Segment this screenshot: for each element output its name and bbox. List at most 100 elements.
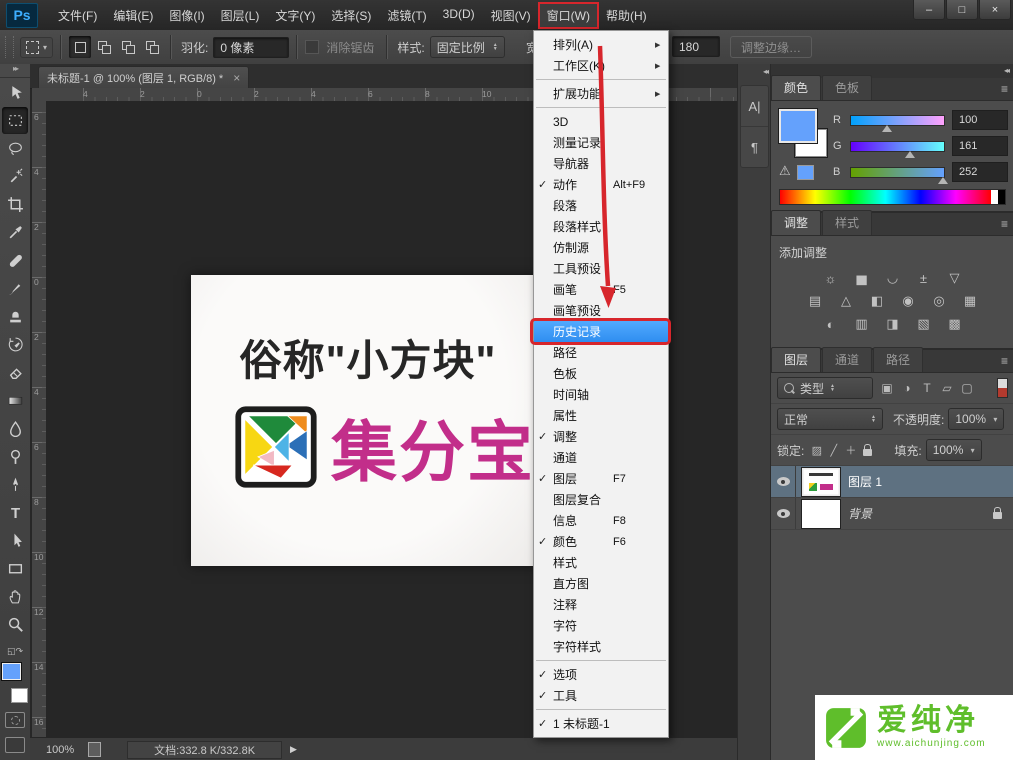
visibility-toggle[interactable] [771,498,796,529]
crop-tool[interactable] [2,191,28,218]
color-slider-track[interactable] [850,141,945,152]
gradient-tool[interactable] [2,387,28,414]
menu-item-字符样式[interactable]: 字符样式 [534,636,668,657]
marquee-tool[interactable] [2,107,28,134]
menu-item-调整[interactable]: ✓调整 [534,426,668,447]
minimize-button[interactable]: – [913,0,945,20]
options-bar-grip[interactable] [5,36,14,58]
brush-tool[interactable] [2,275,28,302]
menu-item-时间轴[interactable]: 时间轴 [534,384,668,405]
layer-thumbnail[interactable] [802,468,840,496]
magic-wand-tool[interactable] [2,163,28,190]
healing-brush-tool[interactable] [2,247,28,274]
panel-menu-icon[interactable]: ≡ [1001,354,1008,368]
menubar-item-图层(L)[interactable]: 图层(L) [213,3,268,28]
visibility-toggle[interactable] [771,466,796,497]
menubar-item-窗口(W)[interactable]: 窗口(W) [539,3,598,28]
filter-switch[interactable] [997,378,1008,398]
menu-item-工具[interactable]: ✓工具 [534,685,668,706]
brightness-contrast-icon[interactable]: ☼ [819,268,843,288]
lasso-tool[interactable] [2,135,28,162]
maximize-button[interactable]: □ [946,0,978,20]
menu-item-直方图[interactable]: 直方图 [534,573,668,594]
channel-value-B[interactable]: 252 [952,162,1008,182]
refine-edge-button[interactable]: 调整边缘… [730,36,812,58]
layer-row-图层 1[interactable]: 图层 1 [771,466,1013,498]
panel-menu-icon[interactable]: ≡ [1001,82,1008,96]
move-tool[interactable] [2,79,28,106]
zoom-level[interactable]: 100% [46,744,74,756]
layer-thumbnail[interactable] [802,500,840,528]
screen-mode-button[interactable] [5,737,25,753]
menu-item-色板[interactable]: 色板 [534,363,668,384]
menubar-item-文字(Y)[interactable]: 文字(Y) [267,3,323,28]
status-expand-icon[interactable]: ▶ [290,744,297,755]
feather-input[interactable]: 0 像素 [213,37,289,58]
panel-menu-icon[interactable]: ≡ [1001,217,1008,231]
color-lookup-icon[interactable]: ▦ [958,291,982,311]
fill-select[interactable]: 100% ▾ [926,439,982,461]
menu-item-排列(A)[interactable]: 排列(A)▶ [534,34,668,55]
add-to-selection-button[interactable] [93,36,115,58]
menu-item-历史记录[interactable]: 历史记录 [534,321,668,342]
new-selection-button[interactable] [69,36,91,58]
filter-smart-objects-icon[interactable]: ▢ [957,379,977,397]
filter-type-layers-icon[interactable]: T [917,379,937,397]
hue-saturation-icon[interactable]: ▤ [803,291,827,311]
filter-pixel-layers-icon[interactable]: ▣ [877,379,897,397]
menubar-item-3D(D)[interactable]: 3D(D) [435,3,483,28]
slider-thumb[interactable] [905,151,915,158]
color-balance-icon[interactable]: △ [834,291,858,311]
menu-item-3D[interactable]: 3D [534,111,668,132]
intersect-with-selection-button[interactable] [141,36,163,58]
invert-icon[interactable]: ◐ [819,314,843,334]
levels-icon[interactable]: ▅ [850,268,874,288]
width-input[interactable]: 180 [672,36,720,57]
pen-tool[interactable] [2,471,28,498]
menu-item-扩展功能[interactable]: 扩展功能▶ [534,83,668,104]
adjustments-tab-调整[interactable]: 调整 [771,210,821,235]
menubar-item-图像(I)[interactable]: 图像(I) [161,3,212,28]
posterize-icon[interactable]: ▥ [850,314,874,334]
channel-value-R[interactable]: 100 [952,110,1008,130]
menubar-item-文件(F)[interactable]: 文件(F) [50,3,105,28]
path-selection-tool[interactable] [2,527,28,554]
menu-item-导航器[interactable]: 导航器 [534,153,668,174]
menu-item-工作区(K)[interactable]: 工作区(K)▶ [534,55,668,76]
filter-shape-layers-icon[interactable]: ▱ [937,379,957,397]
gamut-color-swatch[interactable] [797,165,814,180]
lock-image-pixels-icon[interactable]: ╱ [825,442,842,458]
clone-stamp-tool[interactable] [2,303,28,330]
document-tab[interactable]: 未标题-1 @ 100% (图层 1, RGB/8) * × [38,66,249,88]
slider-thumb[interactable] [938,177,948,184]
antialias-checkbox[interactable] [305,40,319,54]
dock-collapse-icon[interactable]: ◂◂ [738,64,771,79]
tool-preset-picker[interactable]: ▾ [20,37,53,58]
shape-tool[interactable] [2,555,28,582]
lock-transparent-pixels-icon[interactable]: ▨ [808,442,825,458]
menu-item-注释[interactable]: 注释 [534,594,668,615]
close-button[interactable]: × [979,0,1011,20]
selective-color-icon[interactable]: ▧ [912,314,936,334]
toolbar-collapse-icon[interactable]: ▸▸ [0,64,30,78]
zoom-tool[interactable] [2,611,28,638]
vertical-ruler[interactable]: 6420246810121416 [32,101,47,737]
menu-item-通道[interactable]: 通道 [534,447,668,468]
menu-item-画笔[interactable]: 画笔F5 [534,279,668,300]
spectrum-black-cell[interactable] [998,190,1005,204]
menu-item-测量记录[interactable]: 测量记录 [534,132,668,153]
lock-position-icon[interactable]: ＋ [842,442,859,458]
layers-tab-路径[interactable]: 路径 [873,347,923,372]
gradient-map-icon[interactable]: ▩ [943,314,967,334]
style-select[interactable]: 固定比例 ▲▼ [430,36,505,58]
spectrum-white-cell[interactable] [991,190,998,204]
eraser-tool[interactable] [2,359,28,386]
menu-item-信息[interactable]: 信息F8 [534,510,668,531]
foreground-color-swatch[interactable] [2,663,21,680]
gamut-warning-icon[interactable]: ⚠ [779,163,791,179]
menu-item-画笔预设[interactable]: 画笔预设 [534,300,668,321]
blend-mode-select[interactable]: 正常 ▲▼ [777,408,883,430]
menu-item-样式[interactable]: 样式 [534,552,668,573]
adjustments-tab-样式[interactable]: 样式 [822,210,872,235]
history-brush-tool[interactable] [2,331,28,358]
